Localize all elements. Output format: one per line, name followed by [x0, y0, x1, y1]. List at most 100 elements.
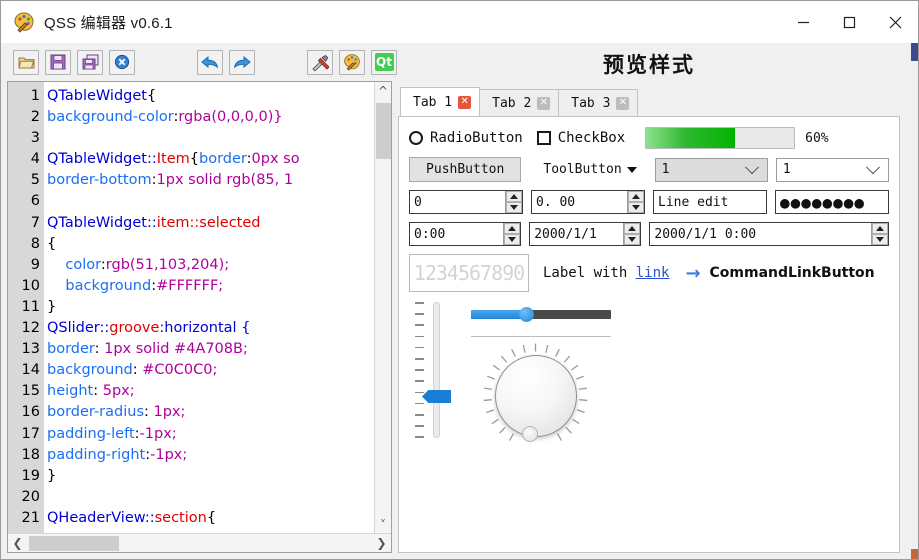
preview-tab-1[interactable]: Tab 1 ✕ [400, 87, 481, 116]
spin-up-arrow-icon[interactable] [872, 223, 888, 234]
radio-button[interactable]: RadioButton [409, 130, 523, 146]
spin-int-buttons[interactable] [505, 191, 522, 213]
save-button[interactable] [45, 49, 71, 75]
spin-up-arrow-icon[interactable] [628, 191, 644, 202]
redo-button[interactable] [229, 49, 255, 75]
vertical-slider-handle[interactable] [422, 390, 451, 403]
line-number: 2 [30, 109, 40, 126]
code-line: QHeaderView::section{ [47, 508, 374, 529]
spin-up-arrow-icon[interactable] [504, 223, 521, 234]
checkbox[interactable]: CheckBox [536, 130, 625, 146]
style-button[interactable] [339, 49, 365, 75]
window-title: QSS 编辑器 v0.6.1 [44, 14, 173, 32]
tab-close-icon[interactable]: ✕ [537, 96, 551, 110]
maximize-button[interactable] [826, 1, 872, 43]
spin-down-arrow-icon[interactable] [872, 234, 888, 245]
code-token: QTableWidget [47, 88, 147, 104]
tab-close-icon[interactable]: ✕ [458, 95, 472, 109]
preview-title: 预览样式 [603, 52, 695, 77]
time-edit[interactable]: 0:00 [409, 222, 522, 246]
scroll-down-arrow-icon[interactable]: ˅ [375, 516, 392, 533]
code-token: 0px so [251, 151, 300, 168]
combo-box-readonly[interactable]: 1 [654, 157, 768, 182]
line-number: 3 [30, 130, 40, 147]
folder-open-icon [17, 57, 34, 68]
password-edit[interactable]: ●●●●●●●● [775, 190, 889, 214]
datetime-edit-buttons[interactable] [871, 223, 888, 245]
code-token: background [47, 362, 133, 379]
line-number: 20 [21, 488, 40, 505]
open-file-button[interactable] [13, 49, 39, 75]
palette-icon [344, 54, 360, 71]
tool-button[interactable]: ToolButton [537, 157, 642, 182]
window-controls [780, 1, 918, 43]
tools-button[interactable] [307, 49, 333, 75]
combo-box-editable[interactable]: 1 [775, 157, 889, 182]
horizontal-scroll-track[interactable] [27, 534, 372, 553]
label-hyperlink[interactable]: link [636, 265, 670, 281]
command-link-button[interactable]: → CommandLinkButton [685, 263, 874, 284]
editor-vertical-scrollbar[interactable]: ^ ˅ [374, 82, 391, 533]
save-as-button[interactable] [77, 49, 103, 75]
code-line: } [47, 297, 374, 318]
code-line: border-bottom:1px solid rgb(85, 1 [47, 170, 374, 191]
close-circle-icon [114, 54, 130, 70]
spin-down-arrow-icon[interactable] [504, 234, 521, 245]
push-button[interactable]: PushButton [409, 157, 522, 182]
scroll-left-arrow-icon[interactable]: ❮ [8, 534, 27, 553]
editor-horizontal-scrollbar[interactable]: ❮ ❯ [8, 533, 391, 552]
spin-down-arrow-icon[interactable] [506, 202, 522, 213]
main-content: 1 2 3 4 5 6 7 8 9 10 11 12 13 14 15 16 17 18 19 20 21 QTable… [1, 52, 918, 559]
label-with-link: Label with link [543, 265, 669, 281]
spin-box-double[interactable]: 0. 00 [531, 190, 645, 214]
code-text-area[interactable]: QTableWidget{background-color:rgba(0,0,0… [44, 82, 374, 533]
code-token: :horizontal { [159, 320, 251, 337]
close-file-button[interactable] [109, 49, 135, 75]
tab-close-icon[interactable]: ✕ [616, 96, 630, 110]
horizontal-slider[interactable] [471, 306, 611, 322]
undo-button[interactable] [197, 49, 223, 75]
spin-double-buttons[interactable] [627, 191, 644, 213]
dial[interactable] [483, 343, 588, 448]
code-token: { [206, 509, 217, 526]
datetime-edit[interactable]: 2000/1/1 0:00 [649, 222, 889, 246]
qss-code-editor[interactable]: 1 2 3 4 5 6 7 8 9 10 11 12 13 14 15 16 17 18 19 20 21 QTable… [7, 81, 392, 553]
date-edit[interactable]: 2000/1/1 [529, 222, 642, 246]
vertical-scroll-thumb[interactable] [375, 103, 391, 159]
vertical-slider[interactable] [409, 300, 461, 440]
date-edit-buttons[interactable] [623, 223, 641, 245]
code-token: QSlider:: [47, 320, 110, 337]
preview-tab-label: Tab 2 [492, 95, 532, 111]
row-spin-line-password: 0 0. 00 Line edit ●●●●●●●● [409, 190, 889, 214]
combo-readonly-value: 1 [661, 162, 670, 177]
scroll-right-arrow-icon[interactable]: ❯ [372, 534, 391, 553]
row-lcd-label-command: 1234567890 Label with link → CommandLink… [409, 254, 889, 292]
slider-tick [415, 324, 424, 326]
spin-down-arrow-icon[interactable] [628, 202, 644, 213]
code-token: : [94, 341, 105, 358]
application-window: QSS 编辑器 v0.6.1 Qt 1 2 3 4 5 6 7 8 9 10 1… [0, 0, 919, 560]
qt-button[interactable]: Qt [371, 49, 397, 75]
spin-box-int[interactable]: 0 [409, 190, 523, 214]
preview-tab-label: Tab 1 [413, 94, 453, 110]
time-edit-buttons[interactable] [503, 223, 521, 245]
horizontal-scroll-thumb[interactable] [29, 535, 119, 551]
minimize-button[interactable] [780, 1, 826, 43]
line-edit[interactable]: Line edit [653, 190, 767, 214]
close-button[interactable] [872, 1, 918, 43]
code-line: background: #C0C0C0; [47, 360, 374, 381]
preview-tab-3[interactable]: Tab 3 ✕ [558, 89, 639, 116]
preview-tab-label: Tab 3 [571, 95, 611, 111]
code-token: rgba(0,0,0,0)} [178, 109, 283, 126]
vertical-slider-groove [433, 302, 440, 438]
preview-tab-2[interactable]: Tab 2 ✕ [479, 89, 560, 116]
spin-down-arrow-icon[interactable] [624, 234, 641, 245]
vertical-scroll-track[interactable] [375, 99, 392, 516]
scroll-up-arrow-icon[interactable]: ^ [375, 82, 392, 99]
qt-logo-icon: Qt [374, 53, 394, 71]
spin-up-arrow-icon[interactable] [624, 223, 641, 234]
code-token: padding-left [47, 425, 135, 442]
code-token: QHeaderView:: [47, 509, 155, 526]
horizontal-slider-handle[interactable] [519, 307, 534, 322]
spin-up-arrow-icon[interactable] [506, 191, 522, 202]
